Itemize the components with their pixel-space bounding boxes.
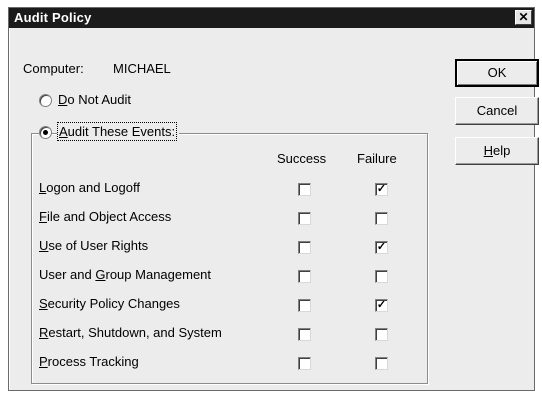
dialog-title: Audit Policy <box>14 10 92 25</box>
check-icon: ✓ <box>376 241 387 253</box>
event-label: File and Object Access <box>39 209 171 224</box>
computer-name: MICHAEL <box>113 61 171 76</box>
failure-checkbox[interactable]: ✓ <box>375 299 388 312</box>
audit-these-events-radio[interactable] <box>39 126 52 139</box>
title-bar: Audit Policy ✕ <box>9 8 534 28</box>
do-not-audit-radio[interactable] <box>39 94 52 107</box>
check-icon: ✓ <box>376 299 387 311</box>
audit-these-events-focus: Audit These Events: <box>56 122 178 141</box>
event-label: Process Tracking <box>39 354 139 369</box>
event-label: Security Policy Changes <box>39 296 180 311</box>
event-label-mnemonic: S <box>39 296 48 311</box>
event-label-mnemonic: G <box>95 267 106 282</box>
success-checkbox[interactable] <box>298 241 311 254</box>
failure-checkbox[interactable] <box>375 270 388 283</box>
event-label: User and Group Management <box>39 267 211 282</box>
event-label-mnemonic: P <box>39 354 48 369</box>
failure-checkbox[interactable] <box>375 328 388 341</box>
failure-column-header: Failure <box>357 151 397 166</box>
audit-these-events-label[interactable]: Audit These Events: <box>56 122 180 141</box>
event-label-mnemonic: R <box>39 325 49 340</box>
failure-checkbox[interactable] <box>375 212 388 225</box>
event-label-prefix: User and <box>39 267 96 282</box>
event-label: Use of User Rights <box>39 238 148 253</box>
event-label: Logon and Logoff <box>39 180 140 195</box>
event-label-rest: se of User Rights <box>48 238 149 253</box>
success-checkbox[interactable] <box>298 299 311 312</box>
do-not-audit-label-rest: o Not Audit <box>67 92 131 107</box>
event-label-mnemonic: U <box>39 238 49 253</box>
help-mnemonic: H <box>483 143 494 158</box>
success-checkbox[interactable] <box>298 270 311 283</box>
close-button[interactable]: ✕ <box>515 10 532 25</box>
audit-these-events-mnemonic: A <box>59 124 68 139</box>
do-not-audit-mnemonic: D <box>58 92 68 107</box>
failure-checkbox[interactable]: ✓ <box>375 183 388 196</box>
close-icon: ✕ <box>518 10 529 24</box>
success-checkbox[interactable] <box>298 212 311 225</box>
event-label-rest: ogon and Logoff <box>46 180 140 195</box>
success-checkbox[interactable] <box>298 357 311 370</box>
computer-label: Computer: <box>23 61 84 76</box>
event-label-rest: estart, Shutdown, and System <box>48 325 222 340</box>
do-not-audit-label[interactable]: Do Not Audit <box>58 92 131 107</box>
cancel-button[interactable]: Cancel <box>455 97 539 125</box>
success-column-header: Success <box>277 151 327 166</box>
failure-checkbox[interactable] <box>375 357 388 370</box>
event-label-rest: ecurity Policy Changes <box>47 296 180 311</box>
event-label-rest: roup Management <box>105 267 212 282</box>
success-checkbox[interactable] <box>298 328 311 341</box>
event-label-rest: ile and Object Access <box>46 209 172 224</box>
event-label: Restart, Shutdown, and System <box>39 325 222 340</box>
check-icon: ✓ <box>376 183 387 195</box>
event-label-mnemonic: F <box>39 209 47 224</box>
ok-button[interactable]: OK <box>455 59 539 87</box>
failure-checkbox[interactable]: ✓ <box>375 241 388 254</box>
audit-events-group <box>31 133 428 384</box>
success-checkbox[interactable] <box>298 183 311 196</box>
help-label-rest: elp <box>493 143 511 158</box>
audit-policy-dialog: Audit Policy ✕ Computer: MICHAEL Do Not … <box>8 7 539 391</box>
help-button[interactable]: Help <box>455 137 539 165</box>
event-label-rest: rocess Tracking <box>47 354 139 369</box>
audit-these-events-label-rest: udit These Events: <box>67 124 176 139</box>
